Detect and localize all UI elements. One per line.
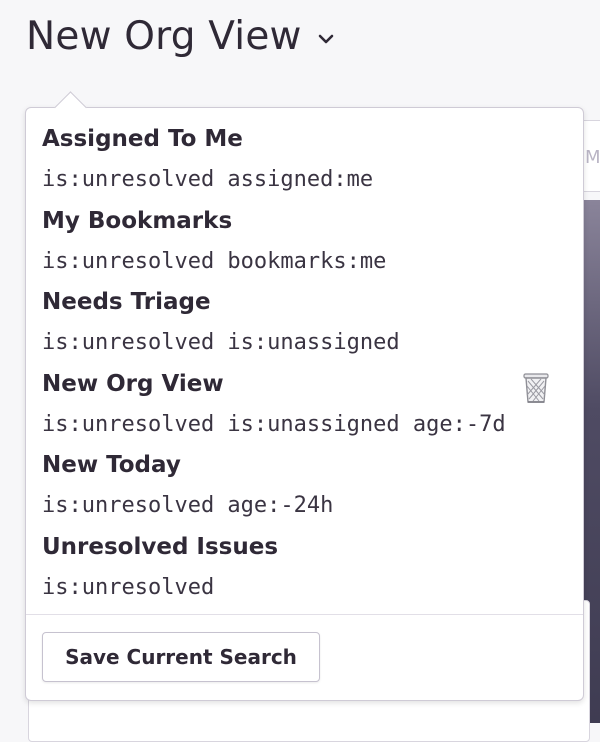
saved-search-item-assigned-to-me[interactable]: Assigned To Me is:unresolved assigned:me: [26, 126, 583, 208]
saved-search-query: is:unresolved: [42, 574, 215, 600]
save-current-search-button[interactable]: Save Current Search: [42, 632, 320, 682]
saved-search-item-new-today[interactable]: New Today is:unresolved age:-24h: [26, 452, 583, 534]
saved-search-query: is:unresolved assigned:me: [42, 167, 374, 192]
dropdown-divider: [26, 614, 583, 615]
saved-search-name: New Today: [42, 452, 181, 478]
saved-search-selector[interactable]: New Org View: [26, 12, 336, 60]
saved-search-item-my-bookmarks[interactable]: My Bookmarks is:unresolved bookmarks:me: [26, 208, 583, 290]
saved-search-item-needs-triage[interactable]: Needs Triage is:unresolved is:unassigned: [26, 289, 583, 371]
saved-search-query: is:unresolved is:unassigned: [42, 330, 400, 355]
dropdown-caret: [54, 91, 87, 124]
saved-searches-list: Assigned To Me is:unresolved assigned:me…: [26, 126, 583, 615]
saved-search-query: is:unresolved age:-24h: [42, 493, 334, 518]
saved-searches-dropdown: Assigned To Me is:unresolved assigned:me…: [25, 91, 584, 701]
chevron-down-icon: [316, 29, 336, 49]
page-title: New Org View: [26, 13, 302, 59]
saved-search-query: is:unresolved bookmarks:me: [42, 248, 387, 274]
background-partial-text: M: [585, 147, 600, 168]
saved-search-name: Unresolved Issues: [42, 533, 279, 560]
saved-search-item-new-org-view[interactable]: New Org View is:unresolved is:unassigned…: [26, 371, 583, 453]
saved-search-item-unresolved-issues[interactable]: Unresolved Issues is:unresolved: [26, 534, 583, 616]
saved-search-query: is:unresolved is:unassigned age:-7d: [42, 411, 506, 437]
saved-search-name: My Bookmarks: [42, 207, 233, 234]
saved-search-name: New Org View: [42, 370, 224, 397]
trash-icon[interactable]: [516, 367, 556, 407]
saved-search-name: Assigned To Me: [42, 126, 243, 152]
saved-search-name: Needs Triage: [42, 289, 211, 315]
